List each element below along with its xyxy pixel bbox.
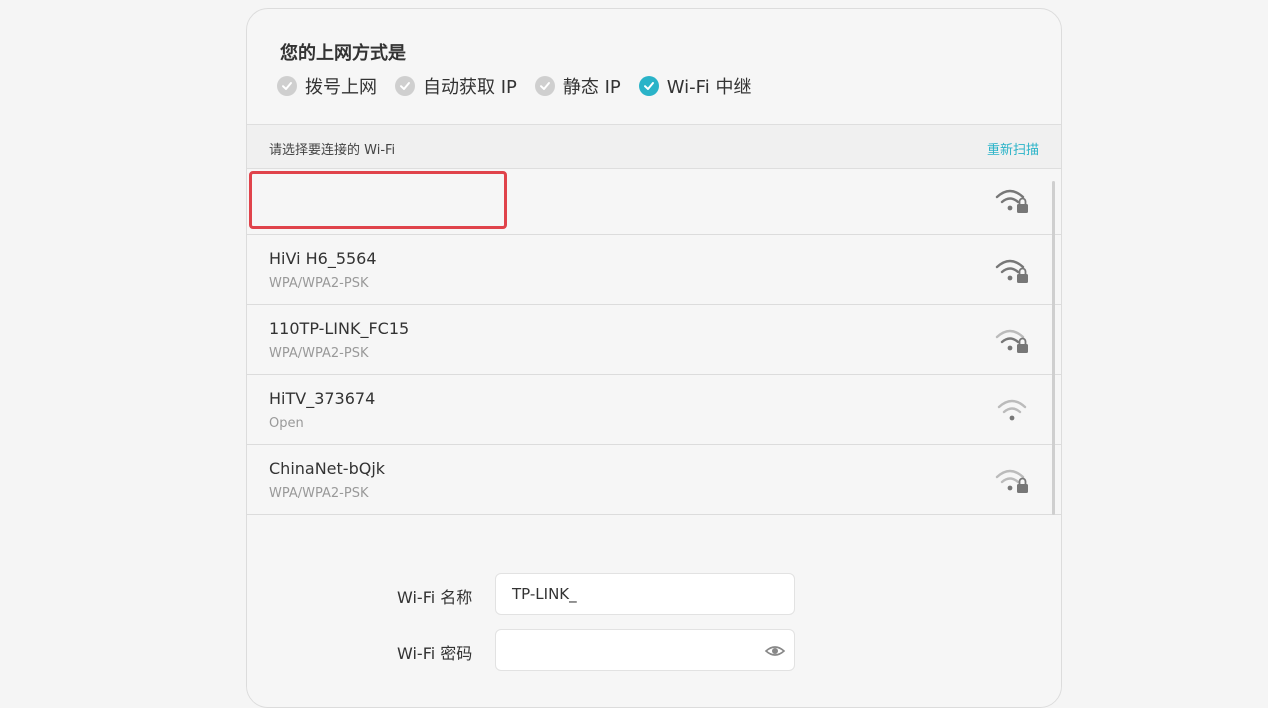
network-name: ChinaNet-bQjk bbox=[269, 459, 386, 478]
wifi-lock-icon bbox=[995, 329, 1028, 353]
wifi-list-header: 请选择要连接的 Wi-Fi 重新扫描 bbox=[247, 125, 1061, 169]
network-name: HiVi H6_5564 bbox=[269, 249, 377, 268]
rescan-button[interactable]: 重新扫描 bbox=[987, 139, 1039, 158]
mode-pppoe[interactable]: 拨号上网 bbox=[277, 73, 377, 99]
wifi-credentials-form: Wi-Fi 名称 TP-LINK_ Wi-Fi 密码 bbox=[247, 516, 1061, 707]
mode-label: 自动获取 IP bbox=[423, 77, 517, 98]
wifi-network-row[interactable]: HiVi H6_5564 WPA/WPA2-PSK bbox=[247, 235, 1061, 305]
check-icon bbox=[277, 76, 297, 96]
selection-highlight bbox=[249, 171, 507, 229]
mode-label: 静态 IP bbox=[562, 77, 621, 98]
network-security: Open bbox=[269, 416, 304, 431]
mode-label: Wi-Fi 中继 bbox=[666, 77, 752, 98]
wifi-lock-icon bbox=[995, 469, 1028, 493]
list-scrollbar[interactable] bbox=[1052, 181, 1055, 515]
network-security: WPA/WPA2-PSK bbox=[269, 276, 369, 291]
network-security: WPA/WPA2-PSK bbox=[269, 346, 369, 361]
wifi-network-row[interactable]: ChinaNet-bQjk WPA/WPA2-PSK bbox=[247, 445, 1061, 515]
mode-static-ip[interactable]: 静态 IP bbox=[534, 73, 621, 99]
wifi-icon bbox=[997, 399, 1027, 421]
wifi-network-list: HiVi H6_5564 WPA/WPA2-PSK 110TP-LINK_FC1… bbox=[247, 169, 1061, 515]
mode-label: 拨号上网 bbox=[305, 77, 377, 98]
network-name: 110TP-LINK_FC15 bbox=[269, 319, 410, 338]
wifi-list-hint: 请选择要连接的 Wi-Fi bbox=[269, 143, 396, 158]
connection-type-heading: 您的上网方式是 bbox=[280, 43, 406, 64]
check-icon bbox=[534, 76, 555, 96]
connection-mode-group: 拨号上网 自动获取 IP 静态 IP Wi-Fi 中继 bbox=[277, 73, 769, 99]
check-icon bbox=[395, 76, 415, 96]
mode-dhcp[interactable]: 自动获取 IP bbox=[395, 73, 517, 99]
settings-card: 您的上网方式是 拨号上网 自动获取 IP 静态 IP Wi-Fi 中继 请选择要… bbox=[246, 8, 1062, 708]
network-name: HiTV_373674 bbox=[269, 389, 376, 408]
wifi-password-label: Wi-Fi 密码 bbox=[397, 644, 473, 663]
eye-icon[interactable] bbox=[764, 640, 786, 662]
wifi-network-row[interactable]: HiTV_373674 Open bbox=[247, 375, 1061, 445]
wifi-name-input[interactable]: TP-LINK_ bbox=[495, 573, 795, 615]
wifi-lock-icon bbox=[995, 259, 1028, 283]
wifi-network-row[interactable] bbox=[247, 169, 1061, 235]
wifi-name-label: Wi-Fi 名称 bbox=[397, 588, 473, 607]
wifi-lock-icon bbox=[995, 189, 1028, 213]
network-security: WPA/WPA2-PSK bbox=[269, 486, 369, 501]
wifi-password-input[interactable] bbox=[495, 629, 795, 671]
mode-wifi-relay[interactable]: Wi-Fi 中继 bbox=[638, 73, 752, 99]
check-icon bbox=[638, 76, 659, 96]
wifi-network-row[interactable]: 110TP-LINK_FC15 WPA/WPA2-PSK bbox=[247, 305, 1061, 375]
